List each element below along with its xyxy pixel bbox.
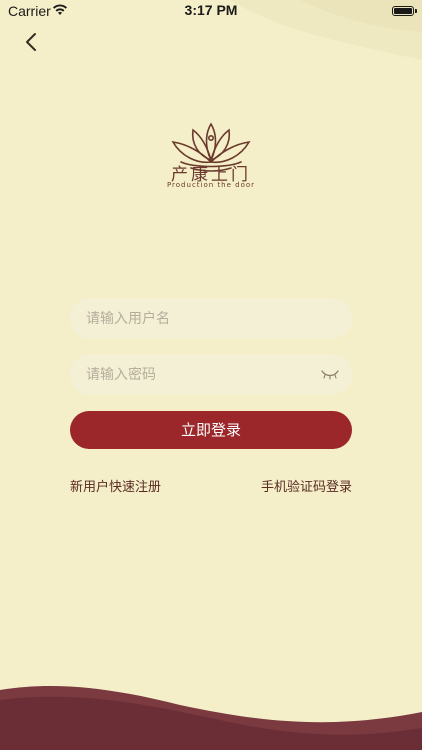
- chevron-left-icon: [26, 33, 36, 51]
- status-time: 3:17 PM: [184, 2, 238, 18]
- status-bar: Carrier 3:17 PM: [0, 0, 422, 24]
- login-button[interactable]: 立即登录: [70, 411, 352, 449]
- username-field[interactable]: [70, 298, 352, 339]
- back-button[interactable]: [18, 28, 46, 56]
- eye-closed-icon[interactable]: [320, 368, 340, 380]
- app-logo-subtitle: Production the door: [166, 181, 256, 189]
- password-field[interactable]: [70, 354, 352, 395]
- username-input[interactable]: [86, 298, 306, 339]
- register-link[interactable]: 新用户快速注册: [70, 476, 161, 495]
- sms-login-link[interactable]: 手机验证码登录: [261, 476, 352, 495]
- password-input[interactable]: [86, 354, 306, 395]
- battery-cap: [415, 9, 417, 13]
- battery-icon: [392, 6, 414, 16]
